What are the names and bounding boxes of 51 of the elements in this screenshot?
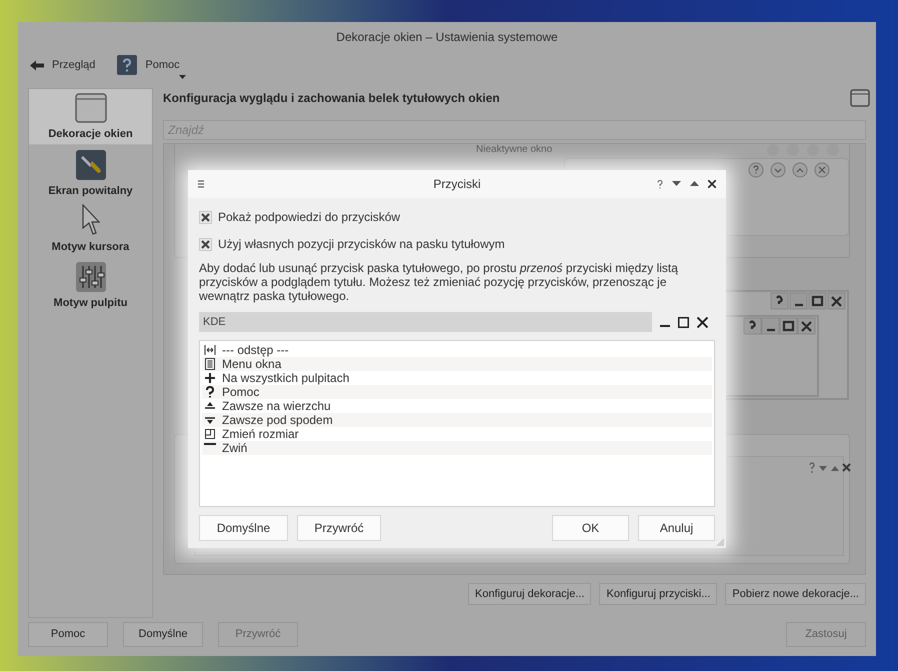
minimize-icon[interactable] bbox=[672, 181, 681, 187]
window-icon bbox=[850, 88, 870, 108]
close-icon[interactable] bbox=[697, 316, 708, 328]
dialog-title: Przyciski bbox=[433, 176, 481, 193]
preview-window-title: Nieaktywne okno bbox=[476, 144, 552, 156]
toolbar-button[interactable]: Pomoc bbox=[117, 51, 186, 79]
minus-icon bbox=[204, 443, 216, 445]
action-button[interactable]: Pobierz nowe dekoracje... bbox=[725, 583, 866, 605]
action-button[interactable]: Konfiguruj przyciski... bbox=[599, 583, 718, 605]
help-icon bbox=[204, 386, 216, 398]
action-button[interactable]: Konfiguruj dekoracje... bbox=[468, 583, 592, 605]
back-arrow-icon bbox=[30, 60, 44, 70]
titlebar-buttons-drawing bbox=[809, 462, 853, 474]
spacer-icon bbox=[204, 344, 216, 356]
menu-list-icon bbox=[204, 358, 216, 370]
dialog-button[interactable]: Anuluj bbox=[638, 515, 715, 541]
cursor-icon bbox=[80, 204, 100, 236]
checkbox[interactable] bbox=[199, 210, 212, 224]
maximize-icon[interactable] bbox=[690, 181, 699, 187]
help-icon bbox=[117, 55, 138, 75]
list-item[interactable]: Menu okna bbox=[202, 357, 712, 371]
toolbar-button[interactable]: Przegląd bbox=[30, 52, 102, 78]
checkbox-label: Użyj własnych pozycji przycisków na pasku tytułowym bbox=[218, 236, 505, 253]
list-item[interactable]: Zawsze pod spodem bbox=[202, 413, 712, 427]
instructions-text: Aby dodać lub usunąć przycisk paska tytułowego, po prostu przenoś przyciski między listą przycisków a podglądem tytułu. Możesz też zmieniać pozycję przycisków, przenosząc je wewnątrz paska tytułowego. bbox=[199, 261, 679, 303]
maximize-icon[interactable] bbox=[678, 316, 689, 328]
resize-grip-icon[interactable] bbox=[716, 538, 724, 546]
dialog-button[interactable]: Domyślne bbox=[199, 515, 288, 541]
window-title: Dekoracje okien – Ustawienia systemowe bbox=[336, 29, 558, 46]
menu-icon[interactable] bbox=[198, 180, 204, 188]
list-item[interactable]: Zwiń bbox=[202, 441, 712, 455]
dropdown-arrow-icon bbox=[178, 75, 186, 79]
footer-button[interactable]: Domyślne bbox=[123, 622, 203, 646]
dialog-button[interactable]: Przywróć bbox=[297, 515, 381, 541]
plus-icon bbox=[204, 372, 216, 384]
dialog-button[interactable]: OK bbox=[552, 515, 629, 541]
sidebar-item[interactable]: Dekoracje okien bbox=[29, 89, 152, 145]
checkbox-label: Pokaż podpowiedzi do przycisków bbox=[218, 209, 400, 226]
checkbox[interactable] bbox=[199, 238, 212, 250]
footer-button[interactable]: Pomoc bbox=[28, 622, 108, 646]
page-heading: Konfiguracja wyglądu i zachowania belek tytułowych okien bbox=[163, 90, 500, 107]
titlebar-preview[interactable]: KDE bbox=[199, 312, 652, 332]
titlebar-preview-title: KDE bbox=[203, 314, 226, 330]
close-icon[interactable] bbox=[708, 180, 716, 188]
wrench-icon bbox=[76, 150, 106, 180]
help-icon[interactable] bbox=[657, 180, 663, 188]
up-arrow-icon bbox=[204, 400, 216, 412]
sliders-icon bbox=[76, 262, 106, 292]
list-item[interactable]: Pomoc bbox=[202, 385, 712, 399]
resize-icon bbox=[204, 428, 216, 440]
window-icon bbox=[74, 92, 106, 122]
